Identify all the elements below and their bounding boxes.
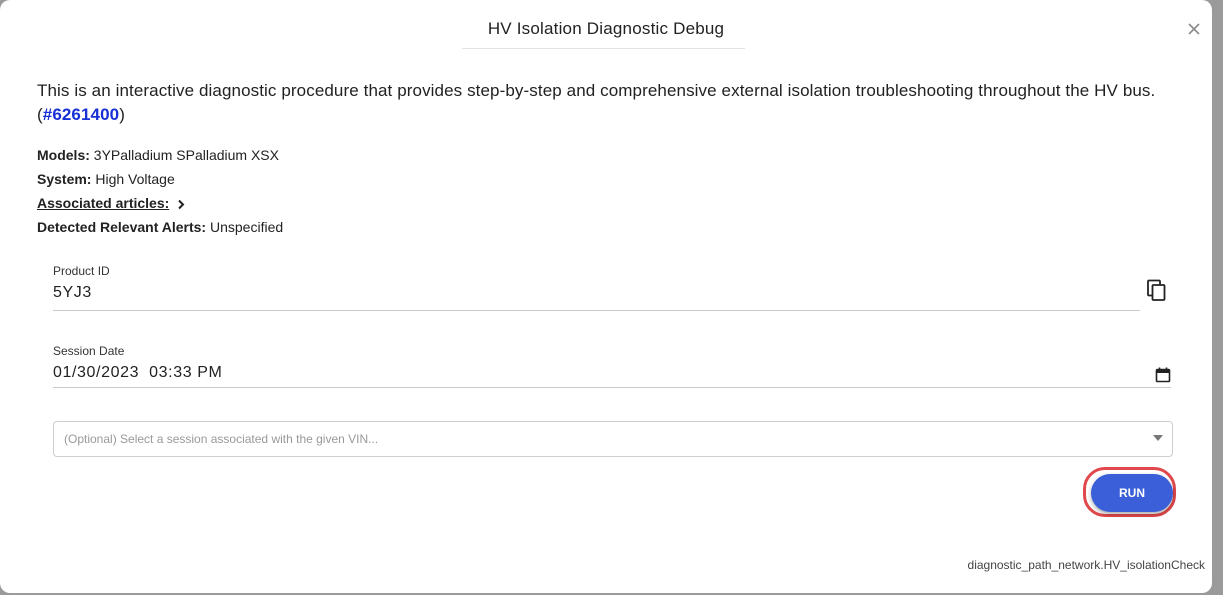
dialog-title: HV Isolation Diagnostic Debug [487, 19, 725, 38]
procedure-description: This is an interactive diagnostic proced… [37, 79, 1187, 127]
session-select-placeholder: (Optional) Select a session associated w… [64, 432, 379, 446]
associated-articles-row[interactable]: Associated articles: [37, 193, 283, 217]
close-button[interactable] [1185, 20, 1203, 38]
article-link[interactable]: #6261400 [43, 105, 119, 124]
caret-down-icon[interactable] [1153, 435, 1163, 441]
description-text: This is an interactive diagnostic proced… [37, 81, 1156, 124]
session-date-label: Session Date [53, 344, 125, 358]
models-value: 3YPalladium SPalladium XSX [93, 147, 279, 163]
calendar-button[interactable] [1155, 367, 1171, 383]
product-id-input[interactable]: 5YJ3 [53, 284, 110, 302]
session-select[interactable]: (Optional) Select a session associated w… [53, 421, 1173, 457]
procedure-identifier: diagnostic_path_network.HV_isolationChec… [967, 558, 1205, 572]
system-value: High Voltage [95, 171, 175, 187]
system-row: System: High Voltage [37, 169, 283, 193]
product-id-label: Product ID [53, 264, 110, 278]
dialog-header: HV Isolation Diagnostic Debug [0, 0, 1212, 60]
run-button[interactable]: RUN [1091, 474, 1173, 512]
alerts-label: Detected Relevant Alerts: [37, 219, 207, 235]
alerts-value: Unspecified [209, 219, 284, 235]
product-id-underline [53, 310, 1140, 311]
description-suffix: ) [119, 105, 125, 124]
diagnostic-dialog: HV Isolation Diagnostic Debug This is an… [0, 0, 1212, 593]
system-label: System: [37, 171, 92, 187]
calendar-icon [1155, 367, 1171, 383]
models-row: Models: 3YPalladium SPalladium XSX [37, 145, 283, 169]
alerts-row: Detected Relevant Alerts: Unspecified [37, 217, 283, 241]
product-id-field[interactable]: Product ID 5YJ3 [53, 264, 110, 302]
session-date-underline [53, 387, 1171, 388]
title-divider [462, 48, 745, 49]
copy-button[interactable] [1145, 279, 1169, 303]
associated-articles-toggle[interactable]: Associated articles: [37, 195, 169, 211]
chevron-right-icon[interactable] [177, 199, 185, 210]
procedure-metadata: Models: 3YPalladium SPalladium XSX Syste… [37, 145, 283, 241]
close-icon [1188, 23, 1200, 35]
session-date-field[interactable]: Session Date 01/30/2023 03:33 PM [53, 344, 222, 382]
session-date-input[interactable]: 01/30/2023 03:33 PM [53, 364, 222, 382]
models-label: Models: [37, 147, 90, 163]
copy-icon [1147, 279, 1166, 301]
